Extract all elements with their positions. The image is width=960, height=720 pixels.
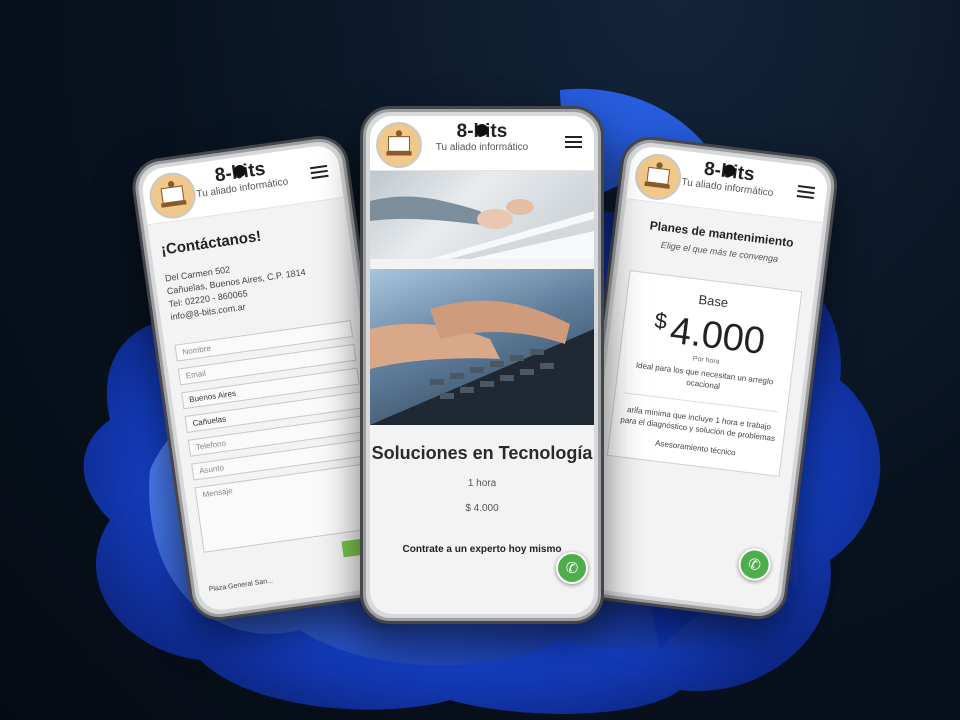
- solutions-heading: Soluciones en Tecnología: [371, 443, 593, 463]
- hamburger-menu-icon[interactable]: [310, 164, 329, 180]
- whatsapp-icon[interactable]: ✆: [556, 552, 588, 584]
- plans-section: Planes de mantenimiento Elige el que más…: [594, 199, 823, 488]
- hero-image-typing: [370, 269, 594, 425]
- hamburger-menu-icon[interactable]: [565, 136, 582, 149]
- whatsapp-icon[interactable]: ✆: [736, 546, 773, 583]
- price-currency: $: [653, 307, 669, 334]
- cta-text[interactable]: Contrate a un experto hoy mismo: [370, 544, 594, 555]
- hamburger-menu-icon[interactable]: [796, 185, 816, 200]
- hero-image-keyboard: [370, 171, 594, 259]
- home-screen: 8-bits Tu aliado informático: [370, 116, 594, 614]
- brand-subtitle: Tu aliado informático: [435, 142, 529, 153]
- plans-screen: 8-bits Tu aliado informático Planes de m…: [578, 144, 830, 612]
- service-price: $ 4.000: [465, 503, 499, 514]
- phone-home: 8-bits Tu aliado informático: [360, 106, 604, 624]
- plan-card-base[interactable]: Base $ 4.000 Por hora Ideal para los que…: [606, 270, 803, 477]
- front-camera: [476, 124, 488, 136]
- service-duration: 1 hora: [467, 478, 497, 489]
